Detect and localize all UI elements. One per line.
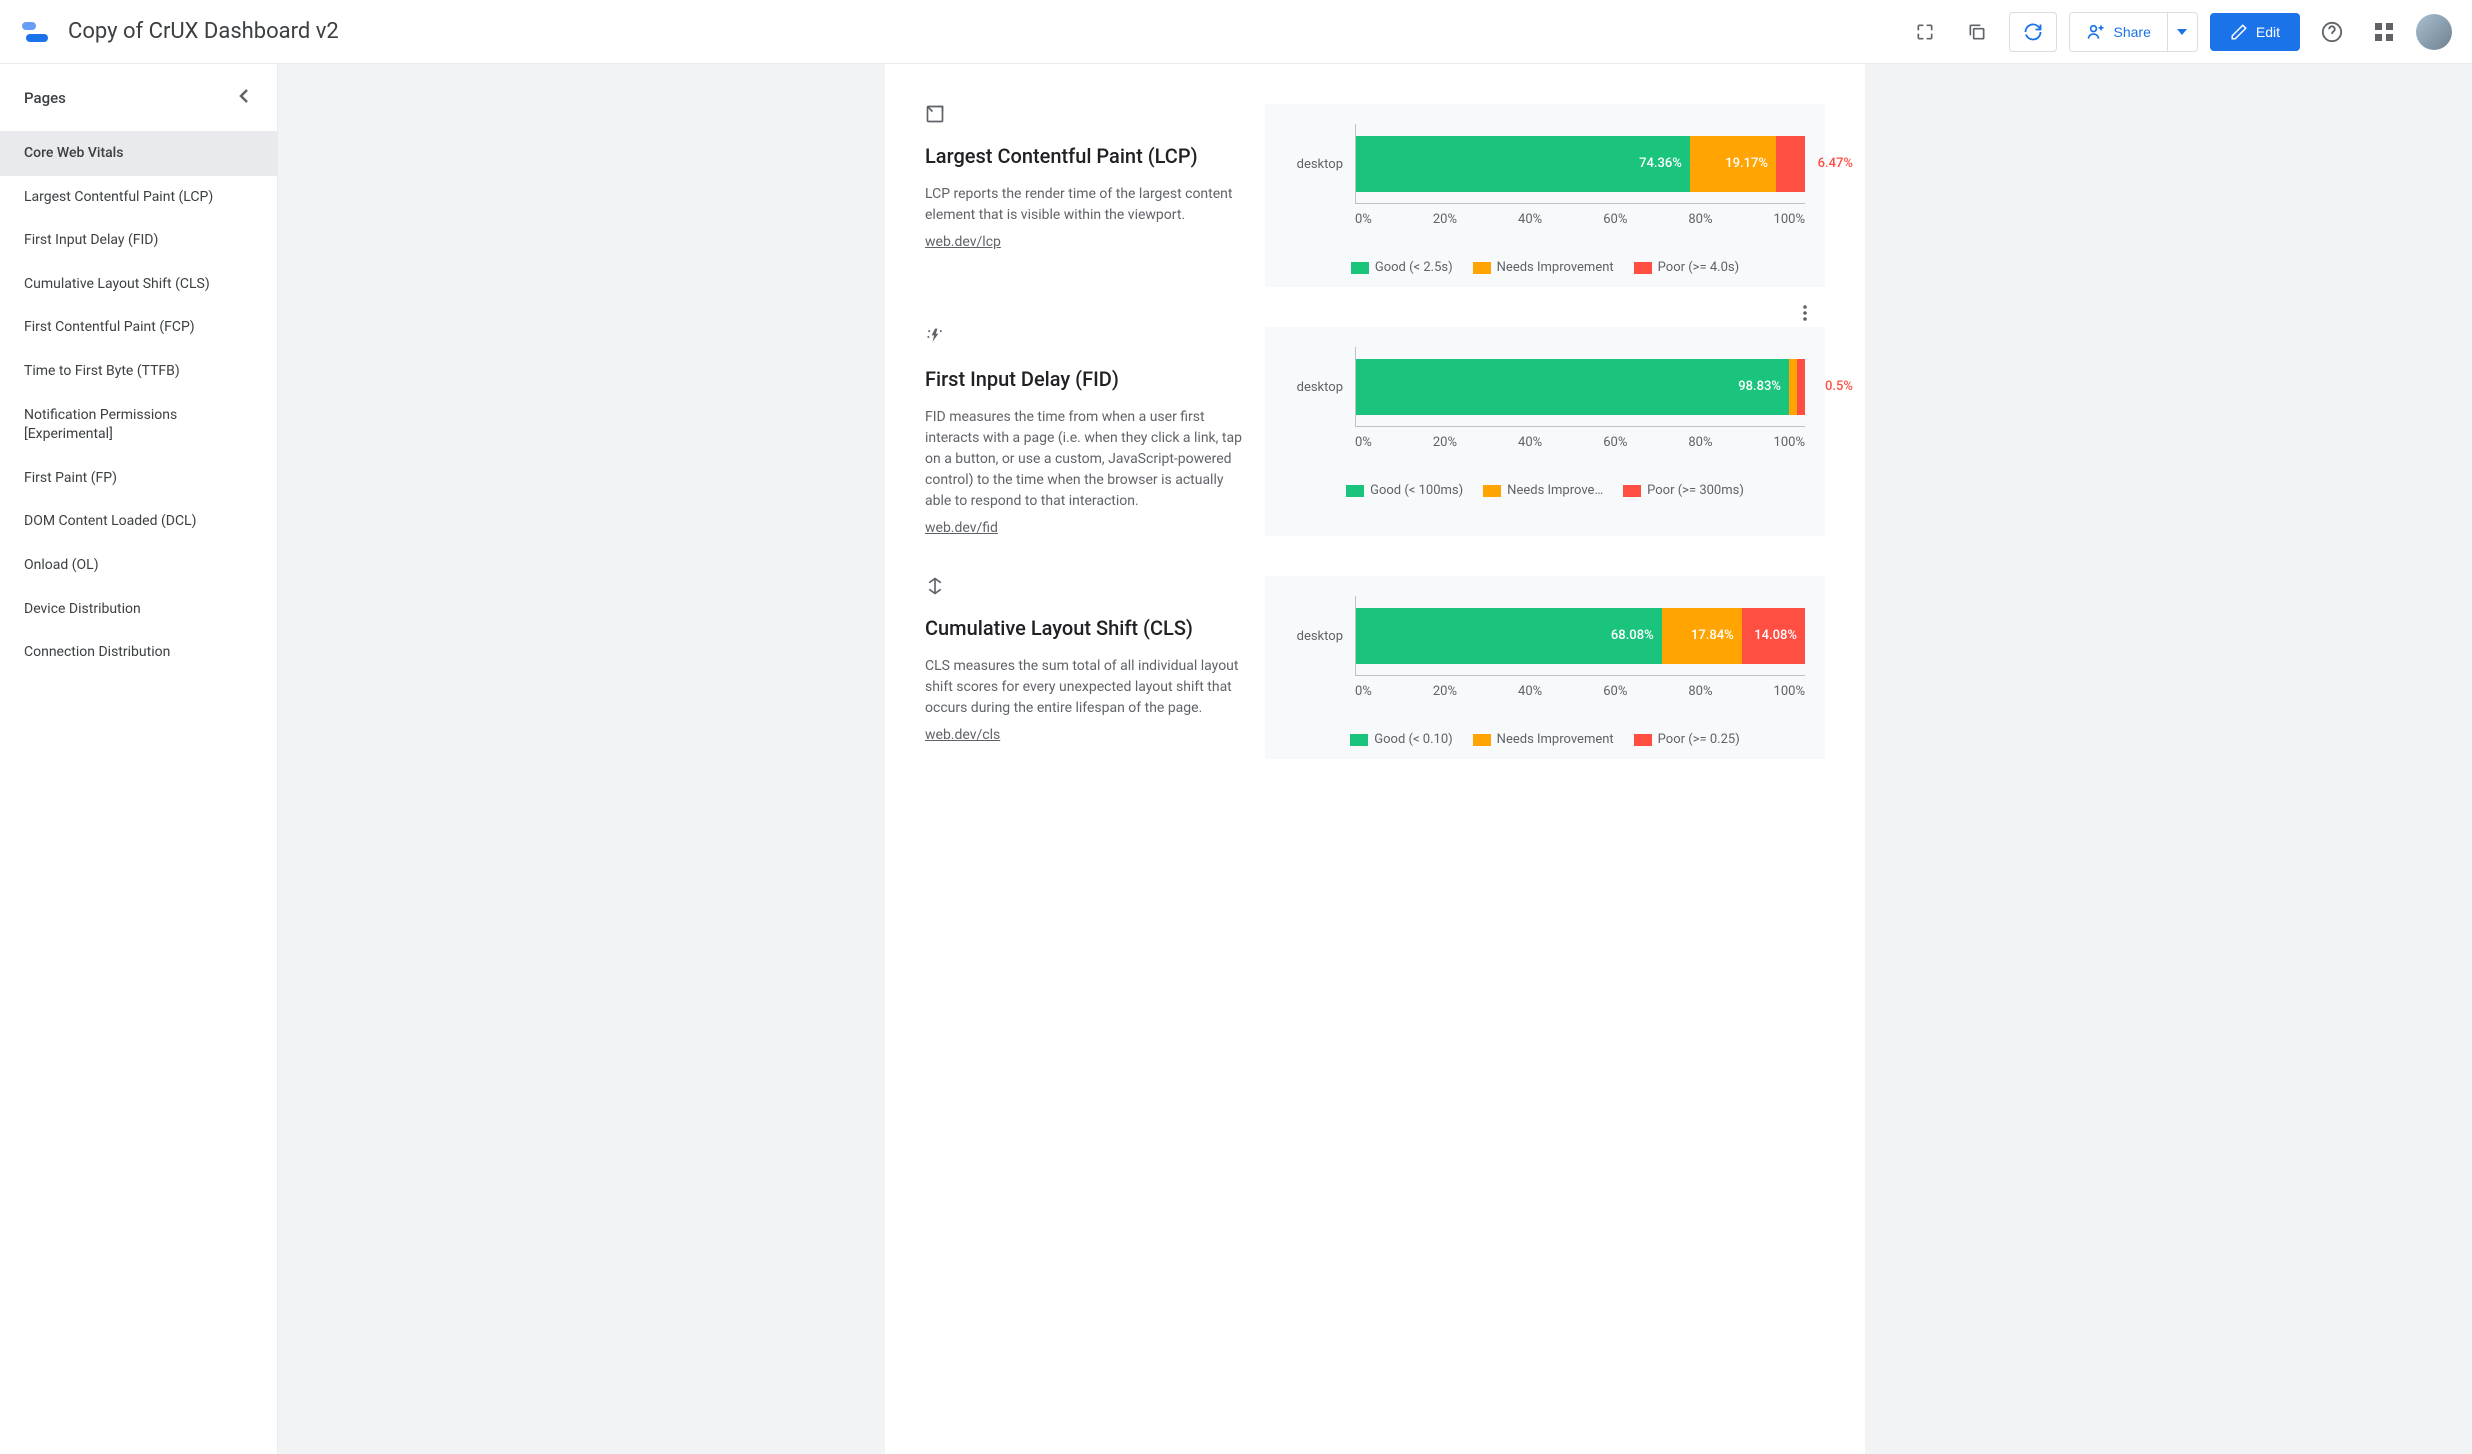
apps-button[interactable]	[2364, 12, 2404, 52]
fullscreen-button[interactable]	[1905, 12, 1945, 52]
metric-description: CLS measures the sum total of all indivi…	[925, 656, 1245, 719]
app-header: Copy of CrUX Dashboard v2 Share Edit	[0, 0, 2472, 64]
chart-lcp[interactable]: desktop 74.36% 19.17% 6.47% 0%20%40%60%8…	[1265, 104, 1825, 287]
sidebar-item-9[interactable]: Onload (OL)	[0, 544, 277, 588]
report-canvas[interactable]: Largest Contentful Paint (LCP) LCP repor…	[278, 64, 2472, 1454]
metric-title: First Input Delay (FID)	[925, 367, 1245, 391]
collapse-sidebar-button[interactable]	[235, 84, 253, 111]
metric-description: FID measures the time from when a user f…	[925, 407, 1245, 512]
sidebar-item-3[interactable]: Cumulative Layout Shift (CLS)	[0, 263, 277, 307]
sidebar-item-5[interactable]: Time to First Byte (TTFB)	[0, 350, 277, 394]
metric-link[interactable]: web.dev/cls	[925, 727, 1000, 743]
bar-good: 74.36%	[1356, 136, 1690, 192]
refresh-button[interactable]	[2009, 12, 2057, 52]
chart-menu-button[interactable]	[1797, 299, 1813, 331]
metric-title: Cumulative Layout Shift (CLS)	[925, 616, 1245, 640]
lcp-icon	[925, 104, 1245, 128]
chart-cls[interactable]: desktop 68.08% 17.84% 14.08% 0%20%40%60%…	[1265, 576, 1825, 759]
share-dropdown-button[interactable]	[2167, 13, 2197, 51]
looker-studio-logo	[20, 16, 52, 48]
bar-row: 98.83% 0.5%	[1356, 359, 1805, 415]
bar-row: 68.08% 17.84% 14.08%	[1356, 608, 1805, 664]
cls-icon	[925, 576, 1245, 600]
sidebar-item-8[interactable]: DOM Content Loaded (DCL)	[0, 500, 277, 544]
report-page: Largest Contentful Paint (LCP) LCP repor…	[885, 64, 1865, 1454]
y-axis-label: desktop	[1285, 596, 1355, 676]
chart-legend: Good (< 100ms) Needs Improve… Poor (>= 3…	[1285, 483, 1805, 498]
bar-ni	[1789, 359, 1797, 415]
x-axis: 0%20%40%60%80%100%	[1355, 676, 1805, 699]
sidebar-item-6[interactable]: Notification Permissions [Experimental]	[0, 394, 277, 457]
metric-card-fid: First Input Delay (FID) FID measures the…	[885, 317, 1865, 566]
metric-link[interactable]: web.dev/lcp	[925, 234, 1001, 250]
bar-ni: 17.84%	[1662, 608, 1742, 664]
y-axis-label: desktop	[1285, 124, 1355, 204]
metric-link[interactable]: web.dev/fid	[925, 520, 998, 536]
bar-ni: 19.17%	[1690, 136, 1776, 192]
pages-sidebar: Pages Core Web VitalsLargest Contentful …	[0, 64, 278, 1454]
bar-good: 98.83%	[1356, 359, 1789, 415]
x-axis: 0%20%40%60%80%100%	[1355, 427, 1805, 450]
chart-legend: Good (< 2.5s) Needs Improvement Poor (>=…	[1285, 260, 1805, 275]
sidebar-item-4[interactable]: First Contentful Paint (FCP)	[0, 306, 277, 350]
sidebar-item-11[interactable]: Connection Distribution	[0, 631, 277, 675]
fid-icon	[925, 327, 1245, 351]
share-button[interactable]: Share	[2070, 13, 2167, 51]
bar-good: 68.08%	[1356, 608, 1662, 664]
sidebar-item-0[interactable]: Core Web Vitals	[0, 132, 277, 176]
bar-poor: 6.47%	[1776, 136, 1805, 192]
metric-description: LCP reports the render time of the large…	[925, 184, 1245, 226]
sidebar-title: Pages	[24, 89, 66, 107]
help-button[interactable]	[2312, 12, 2352, 52]
sidebar-item-1[interactable]: Largest Contentful Paint (LCP)	[0, 176, 277, 220]
bar-poor: 14.08%	[1742, 608, 1805, 664]
x-axis: 0%20%40%60%80%100%	[1355, 204, 1805, 227]
sidebar-item-10[interactable]: Device Distribution	[0, 588, 277, 632]
share-label: Share	[2114, 24, 2151, 40]
edit-label: Edit	[2256, 24, 2280, 40]
bar-poor: 0.5%	[1797, 359, 1805, 415]
metric-card-lcp: Largest Contentful Paint (LCP) LCP repor…	[885, 94, 1865, 317]
copy-button[interactable]	[1957, 12, 1997, 52]
chart-fid[interactable]: desktop 98.83% 0.5% 0%20%40%60%80%100% G…	[1265, 327, 1825, 536]
sidebar-item-7[interactable]: First Paint (FP)	[0, 457, 277, 501]
y-axis-label: desktop	[1285, 347, 1355, 427]
bar-row: 74.36% 19.17% 6.47%	[1356, 136, 1805, 192]
share-button-group: Share	[2069, 12, 2198, 52]
user-avatar[interactable]	[2416, 14, 2452, 50]
sidebar-item-2[interactable]: First Input Delay (FID)	[0, 219, 277, 263]
metric-title: Largest Contentful Paint (LCP)	[925, 144, 1245, 168]
document-title[interactable]: Copy of CrUX Dashboard v2	[68, 19, 339, 44]
metric-card-cls: Cumulative Layout Shift (CLS) CLS measur…	[885, 566, 1865, 789]
edit-button[interactable]: Edit	[2210, 13, 2300, 51]
chart-legend: Good (< 0.10) Needs Improvement Poor (>=…	[1285, 732, 1805, 747]
